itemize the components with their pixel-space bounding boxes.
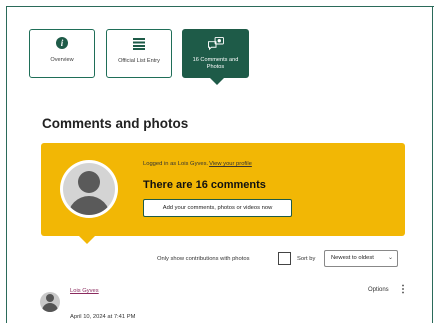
list-entry-icon	[133, 38, 145, 50]
sort-select-value: Newest to oldest	[331, 255, 374, 261]
tab-official-list-entry-label: Official List Entry	[118, 58, 160, 64]
section-heading: Comments and photos	[42, 116, 189, 131]
tab-overview-label: Overview	[50, 57, 74, 63]
info-icon: i	[56, 37, 68, 49]
comment-author-link[interactable]: Lois Gyves	[70, 288, 99, 294]
logged-in-status: Logged in as Lois Gyves.View your profil…	[143, 161, 252, 167]
sort-by-label: Sort by	[297, 256, 316, 262]
tab-overview[interactable]: i Overview	[29, 29, 95, 78]
frame-right-border	[432, 6, 433, 323]
comment-avatar-icon	[40, 292, 60, 312]
page: i Overview Official List Entry 16 Commen…	[0, 0, 438, 323]
sort-select[interactable]: Newest to oldest ⌄	[324, 250, 398, 267]
logged-in-text: Logged in as Lois Gyves.	[143, 161, 209, 167]
only-photos-checkbox[interactable]	[278, 252, 291, 265]
comment-date: April 10, 2024 at 7:41 PM	[70, 314, 136, 320]
add-comment-button[interactable]: Add your comments, photos or videos now	[143, 199, 292, 217]
user-avatar-icon	[60, 160, 118, 218]
view-profile-link[interactable]: View your profile	[209, 161, 252, 167]
active-tab-pointer	[209, 77, 225, 85]
kebab-menu-icon[interactable]: ⋮	[398, 285, 408, 295]
comment-options-label[interactable]: Options	[368, 287, 389, 293]
frame-left-border	[6, 6, 7, 323]
chevron-down-icon: ⌄	[387, 255, 393, 261]
tab-comments-label: 16 Comments and Photos	[192, 57, 239, 70]
only-photos-label: Only show contributions with photos	[157, 256, 250, 262]
comment-photo-icon	[207, 37, 224, 51]
frame-top-border	[6, 6, 434, 7]
tab-comments-and-photos[interactable]: 16 Comments and Photos	[182, 29, 249, 85]
panel-pointer	[79, 236, 95, 244]
comment-count-heading: There are 16 comments	[143, 179, 266, 191]
tab-official-list-entry[interactable]: Official List Entry	[106, 29, 172, 78]
